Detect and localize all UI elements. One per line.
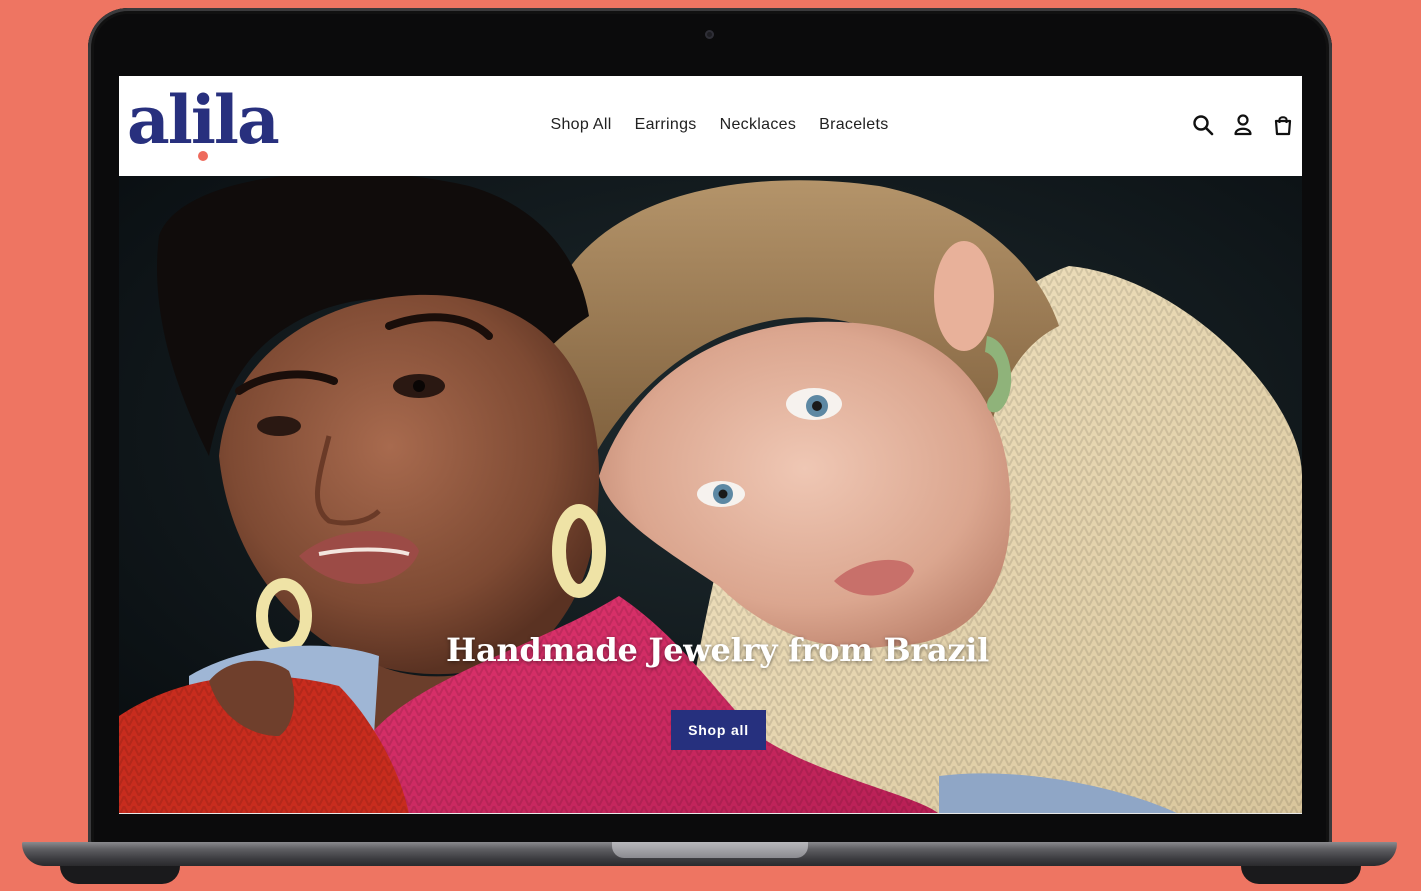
nav-bracelets[interactable]: Bracelets [808, 112, 900, 138]
screen-edge [119, 813, 1302, 814]
webcam [705, 30, 714, 39]
browser-screen: alila Shop All Earrings Necklaces Bracel… [119, 76, 1302, 814]
logo-text: alila [127, 81, 280, 159]
site-logo[interactable]: alila [127, 80, 280, 168]
shop-all-button[interactable]: Shop all [671, 710, 766, 750]
laptop-foot-right [1241, 866, 1361, 884]
logo-dot [198, 151, 208, 161]
hero-banner: Handmade Jewelry from Brazil Shop all [119, 176, 1302, 814]
search-icon[interactable] [1190, 112, 1216, 138]
site-header: alila Shop All Earrings Necklaces Bracel… [119, 76, 1302, 176]
laptop-foot-left [60, 866, 180, 884]
header-icons [1190, 112, 1296, 138]
nav-shop-all[interactable]: Shop All [539, 112, 623, 138]
nav-earrings[interactable]: Earrings [623, 112, 708, 138]
account-icon[interactable] [1230, 112, 1256, 138]
laptop-notch [612, 842, 808, 858]
nav-necklaces[interactable]: Necklaces [708, 112, 808, 138]
cart-icon[interactable] [1270, 112, 1296, 138]
main-nav: Shop All Earrings Necklaces Bracelets [539, 112, 900, 138]
hero-title: Handmade Jewelry from Brazil [446, 631, 989, 669]
